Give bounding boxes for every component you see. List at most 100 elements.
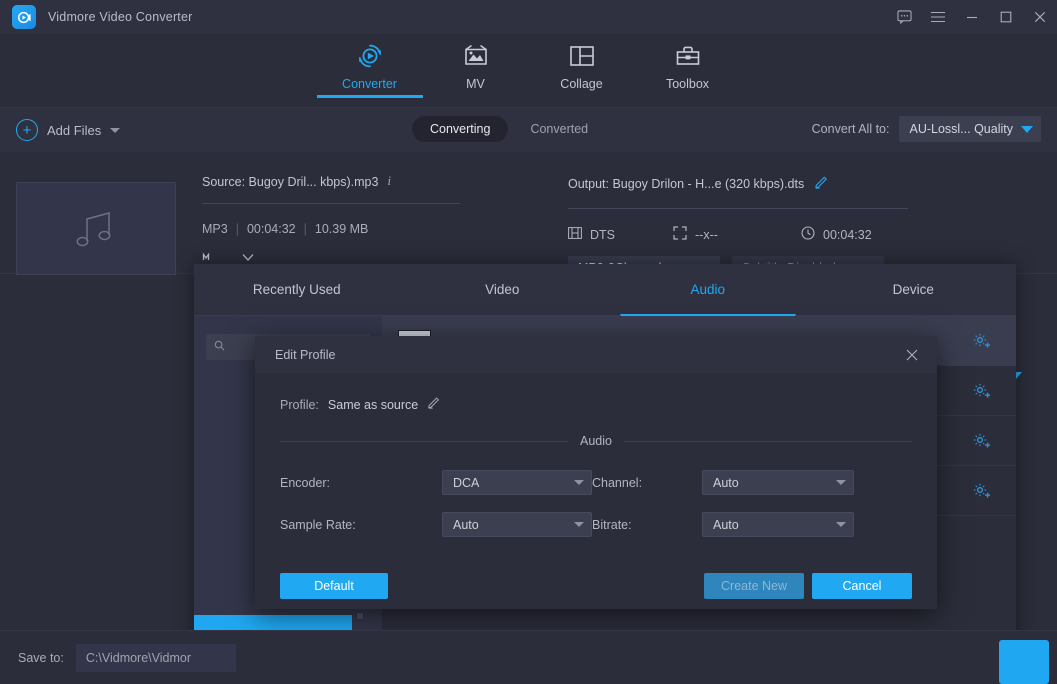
caret-down-icon (836, 522, 846, 527)
save-to-label: Save to: (18, 651, 64, 665)
quality-select[interactable]: AU-Lossl... Quality (899, 116, 1041, 142)
profile-gear-column (946, 316, 1016, 684)
pencil-icon[interactable] (427, 395, 441, 414)
profile-row: Profile: Same as source (280, 395, 912, 414)
bitrate-label: Bitrate: (592, 518, 702, 532)
encoder-label: Encoder: (280, 476, 442, 490)
mv-icon (462, 41, 490, 71)
search-icon (214, 340, 225, 354)
convert-all-button[interactable] (999, 640, 1049, 684)
profile-label: Profile: (280, 398, 319, 412)
tab-label: Device (893, 282, 934, 297)
encoder-value: DCA (453, 476, 479, 490)
encoder-select[interactable]: DCA (442, 470, 592, 495)
clock-icon (801, 226, 815, 243)
nav-tab-converter[interactable]: Converter (317, 34, 423, 91)
profile-value: Same as source (328, 398, 418, 412)
tab-video[interactable]: Video (400, 264, 606, 316)
sample-rate-label: Sample Rate: (280, 518, 442, 532)
maximize-icon[interactable] (989, 0, 1023, 34)
add-files-label: Add Files (47, 123, 101, 138)
sample-rate-select[interactable]: Auto (442, 512, 592, 537)
resize-icon (673, 226, 687, 243)
convert-all-control: Convert All to: AU-Lossl... Quality (812, 116, 1041, 142)
channel-select[interactable]: Auto (702, 470, 854, 495)
caret-down-icon (574, 480, 584, 485)
plus-circle-icon: + (16, 119, 38, 141)
tab-recently-used[interactable]: Recently Used (194, 264, 400, 316)
close-icon[interactable] (897, 340, 927, 370)
info-icon[interactable]: i (387, 174, 390, 189)
divider (202, 203, 460, 204)
tab-converting[interactable]: Converting (412, 116, 508, 142)
audio-section-title: Audio (580, 434, 612, 448)
output-duration: 00:04:32 (823, 228, 872, 242)
default-button[interactable]: Default (280, 573, 388, 599)
nav-label-toolbox: Toolbox (666, 77, 709, 91)
caret-down-icon (836, 480, 846, 485)
nav-label-converter: Converter (342, 77, 397, 91)
gear-plus-icon[interactable] (946, 416, 1016, 466)
window-controls (887, 0, 1057, 34)
quality-value: AU-Lossl... Quality (909, 122, 1013, 136)
cancel-button[interactable]: Cancel (812, 573, 912, 599)
bitrate-value: Auto (713, 518, 739, 532)
table-row[interactable]: Source: Bugoy Dril... kbps).mp3 i MP3 | … (0, 152, 1057, 274)
bitrate-select[interactable]: Auto (702, 512, 854, 537)
output-format: DTS (590, 228, 615, 242)
divider (568, 208, 908, 209)
dialog-header: Edit Profile (255, 336, 937, 373)
tab-converted[interactable]: Converted (512, 116, 606, 142)
output-filename: Output: Bugoy Drilon - H...e (320 kbps).… (568, 177, 804, 191)
divider-line (624, 441, 912, 442)
converting-converted-tabs: Converting Converted (412, 116, 606, 142)
nav-tab-mv[interactable]: MV (423, 34, 529, 91)
chevron-down-icon[interactable] (110, 128, 120, 133)
tab-label: Video (485, 282, 519, 297)
sample-rate-value: Auto (453, 518, 479, 532)
output-resolution: --x-- (695, 228, 718, 242)
add-files-button[interactable]: + Add Files (16, 119, 120, 141)
audio-section-divider: Audio (280, 434, 912, 448)
source-format: MP3 (202, 222, 228, 236)
minimize-icon[interactable] (955, 0, 989, 34)
channel-label: Channel: (592, 476, 702, 490)
channel-value: Auto (713, 476, 739, 490)
convert-all-label: Convert All to: (812, 122, 890, 136)
nav-tab-collage[interactable]: Collage (529, 34, 635, 91)
source-size: 10.39 MB (315, 222, 369, 236)
save-to-input[interactable]: C:\Vidmore\Vidmor (76, 644, 236, 672)
gear-plus-icon[interactable] (946, 316, 1016, 366)
tab-audio[interactable]: Audio (605, 264, 811, 316)
feedback-icon[interactable] (887, 0, 921, 34)
source-column: Source: Bugoy Dril... kbps).mp3 i MP3 | … (202, 174, 464, 268)
tab-label: Recently Used (253, 282, 341, 297)
caret-down-icon (574, 522, 584, 527)
divider-line (280, 441, 568, 442)
source-meta: MP3 | 00:04:32 | 10.39 MB (202, 222, 464, 236)
source-filename: Source: Bugoy Dril... kbps).mp3 (202, 175, 378, 189)
tab-device[interactable]: Device (811, 264, 1017, 316)
main-navigation: Converter MV Collage (0, 34, 1057, 107)
app-window: Vidmore Video Converter (0, 0, 1057, 684)
menu-icon[interactable] (921, 0, 955, 34)
dts-tile-marker (357, 613, 363, 619)
tab-label: Audio (690, 282, 725, 297)
app-logo-icon (12, 5, 36, 29)
bottom-bar: Save to: C:\Vidmore\Vidmor (0, 630, 1057, 684)
dialog-title: Edit Profile (275, 348, 335, 362)
nav-tab-toolbox[interactable]: Toolbox (635, 34, 741, 91)
converter-icon (356, 41, 384, 71)
nav-active-indicator (317, 95, 423, 98)
create-new-button[interactable]: Create New (704, 573, 804, 599)
gear-plus-icon[interactable] (946, 366, 1016, 416)
pencil-icon[interactable] (814, 174, 829, 194)
gear-plus-icon[interactable] (946, 466, 1016, 516)
film-icon (568, 227, 582, 242)
close-icon[interactable] (1023, 0, 1057, 34)
edit-profile-dialog: Edit Profile Profile: Same as source Aud… (255, 336, 937, 609)
toolbox-icon (675, 41, 701, 71)
caret-down-icon (1021, 126, 1033, 133)
nav-label-collage: Collage (560, 77, 602, 91)
profile-tabs: Recently Used Video Audio Device (194, 264, 1016, 316)
